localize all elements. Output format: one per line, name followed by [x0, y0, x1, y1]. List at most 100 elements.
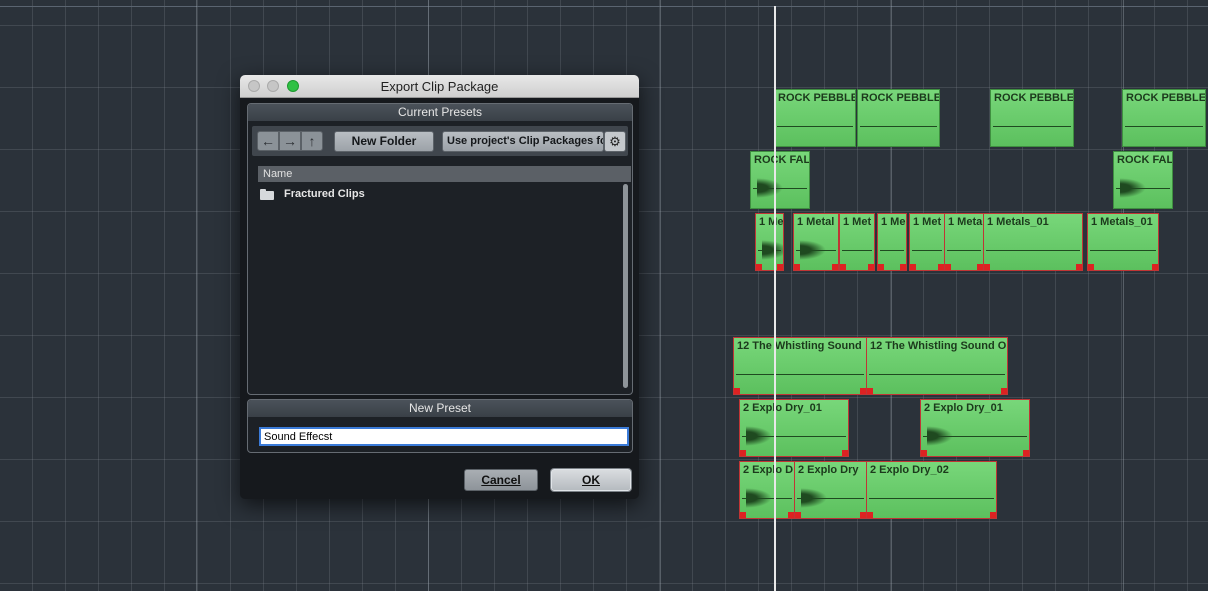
clip-name: 1 Meta [948, 216, 983, 228]
current-presets-header: Current Presets [248, 104, 632, 121]
clip-resize-handle[interactable] [740, 450, 746, 456]
ok-button[interactable]: OK [551, 469, 631, 491]
audio-clip[interactable]: ROCK PEBBLE [774, 89, 856, 147]
waveform [912, 240, 942, 260]
export-clip-package-dialog: Export Clip Package Current Presets ← → … [240, 75, 639, 499]
audio-clip[interactable]: 1 Met [909, 213, 945, 271]
clip-resize-handle[interactable] [756, 264, 762, 270]
clip-resize-handle[interactable] [842, 450, 848, 456]
current-presets-panel: Current Presets ← → ↑ New Folder Use pro… [247, 103, 633, 395]
arrow-left-icon: ← [261, 133, 275, 149]
waveform [777, 116, 853, 136]
browser-toolbar: ← → ↑ New Folder Use project's Clip Pack… [252, 126, 628, 156]
audio-clip[interactable]: 1 Me [755, 213, 784, 271]
audio-clip[interactable]: 2 Explo Dry_01 [739, 399, 849, 457]
back-button[interactable]: ← [257, 131, 279, 151]
clip-name: 1 Metals_01 [1091, 216, 1153, 228]
new-preset-panel: New Preset [247, 399, 633, 453]
clip-name: 2 Explo Dry_01 [924, 402, 1003, 414]
gear-icon: ⚙ [609, 134, 621, 149]
settings-button[interactable]: ⚙ [604, 131, 626, 152]
clip-resize-handle[interactable] [984, 264, 990, 270]
clip-resize-handle[interactable] [900, 264, 906, 270]
clip-resize-handle[interactable] [740, 512, 746, 518]
waveform [880, 240, 904, 260]
playhead-cursor[interactable] [774, 6, 776, 591]
clip-resize-handle[interactable] [795, 512, 801, 518]
clip-resize-handle[interactable] [840, 264, 846, 270]
scroll-thumb[interactable] [623, 184, 628, 388]
arrow-right-icon: → [283, 133, 297, 149]
clip-resize-handle[interactable] [867, 512, 873, 518]
clip-resize-handle[interactable] [910, 264, 916, 270]
waveform [1116, 178, 1170, 198]
clip-name: ROCK PEBBLE [778, 92, 856, 104]
scrollbar[interactable] [623, 184, 628, 388]
waveform [842, 240, 872, 260]
clip-name: 1 Met [913, 216, 942, 228]
waveform [736, 364, 864, 384]
waveform [1090, 240, 1156, 260]
clip-name: 2 Explo D [743, 464, 794, 476]
clip-resize-handle[interactable] [777, 264, 783, 270]
clip-resize-handle[interactable] [868, 264, 874, 270]
waveform [869, 488, 994, 508]
clip-resize-handle[interactable] [1001, 388, 1007, 394]
waveform [796, 240, 836, 260]
clip-name: 1 Me [759, 216, 784, 228]
audio-clip[interactable]: ROCK FAL [750, 151, 810, 209]
audio-clip[interactable]: 12 The Whistling Sound [733, 337, 867, 395]
audio-clip[interactable]: ROCK PEBBLE [857, 89, 940, 147]
clip-resize-handle[interactable] [1088, 264, 1094, 270]
clip-name: 1 Me [881, 216, 906, 228]
audio-clip[interactable]: 1 Metal [793, 213, 839, 271]
audio-clip[interactable]: 12 The Whistling Sound O [866, 337, 1008, 395]
audio-clip[interactable]: ROCK FAL [1113, 151, 1173, 209]
clip-resize-handle[interactable] [734, 388, 740, 394]
clip-resize-handle[interactable] [1076, 264, 1082, 270]
list-item[interactable]: Fractured Clips [260, 188, 560, 204]
audio-clip[interactable]: 1 Met [839, 213, 875, 271]
clip-name: 2 Explo Dry [798, 464, 859, 476]
clip-name: ROCK PEBBLE [861, 92, 940, 104]
clip-resize-handle[interactable] [794, 264, 800, 270]
new-preset-header: New Preset [248, 400, 632, 417]
clip-resize-handle[interactable] [1152, 264, 1158, 270]
clip-resize-handle[interactable] [832, 264, 838, 270]
audio-clip[interactable]: ROCK PEBBLE [1122, 89, 1206, 147]
waveform [923, 426, 1027, 446]
folder-icon [260, 189, 274, 200]
waveform [986, 240, 1080, 260]
clip-resize-handle[interactable] [878, 264, 884, 270]
audio-clip[interactable]: 2 Explo Dry_01 [920, 399, 1030, 457]
name-column-header[interactable]: Name [258, 166, 631, 182]
waveform [742, 488, 792, 508]
clip-resize-handle[interactable] [867, 388, 873, 394]
clip-resize-handle[interactable] [921, 450, 927, 456]
up-button[interactable]: ↑ [301, 131, 323, 151]
clip-resize-handle[interactable] [945, 264, 951, 270]
clip-resize-handle[interactable] [990, 512, 996, 518]
audio-clip[interactable]: 1 Me [877, 213, 907, 271]
audio-clip[interactable]: 1 Meta [944, 213, 984, 271]
title-bar[interactable]: Export Clip Package [240, 75, 639, 98]
audio-clip[interactable]: 2 Explo D [739, 461, 795, 519]
new-folder-button[interactable]: New Folder [334, 131, 434, 152]
preset-name-input[interactable] [259, 427, 629, 446]
clip-name: 12 The Whistling Sound O [870, 340, 1007, 352]
location-select[interactable]: Use project's Clip Packages fo [442, 131, 604, 152]
audio-clip[interactable]: 1 Metals_01 [983, 213, 1083, 271]
audio-clip[interactable]: ROCK PEBBLE [990, 89, 1074, 147]
audio-clip[interactable]: 2 Explo Dry_02 [866, 461, 997, 519]
waveform [797, 488, 864, 508]
audio-clip[interactable]: 2 Explo Dry [794, 461, 867, 519]
audio-clip[interactable]: 1 Metals_01 [1087, 213, 1159, 271]
clip-name: 1 Met [843, 216, 872, 228]
forward-button[interactable]: → [279, 131, 301, 151]
clip-resize-handle[interactable] [1023, 450, 1029, 456]
clip-name: 2 Explo Dry_02 [870, 464, 949, 476]
item-name: Fractured Clips [284, 188, 365, 200]
cancel-button[interactable]: Cancel [464, 469, 538, 491]
clip-name: 2 Explo Dry_01 [743, 402, 822, 414]
waveform [869, 364, 1005, 384]
